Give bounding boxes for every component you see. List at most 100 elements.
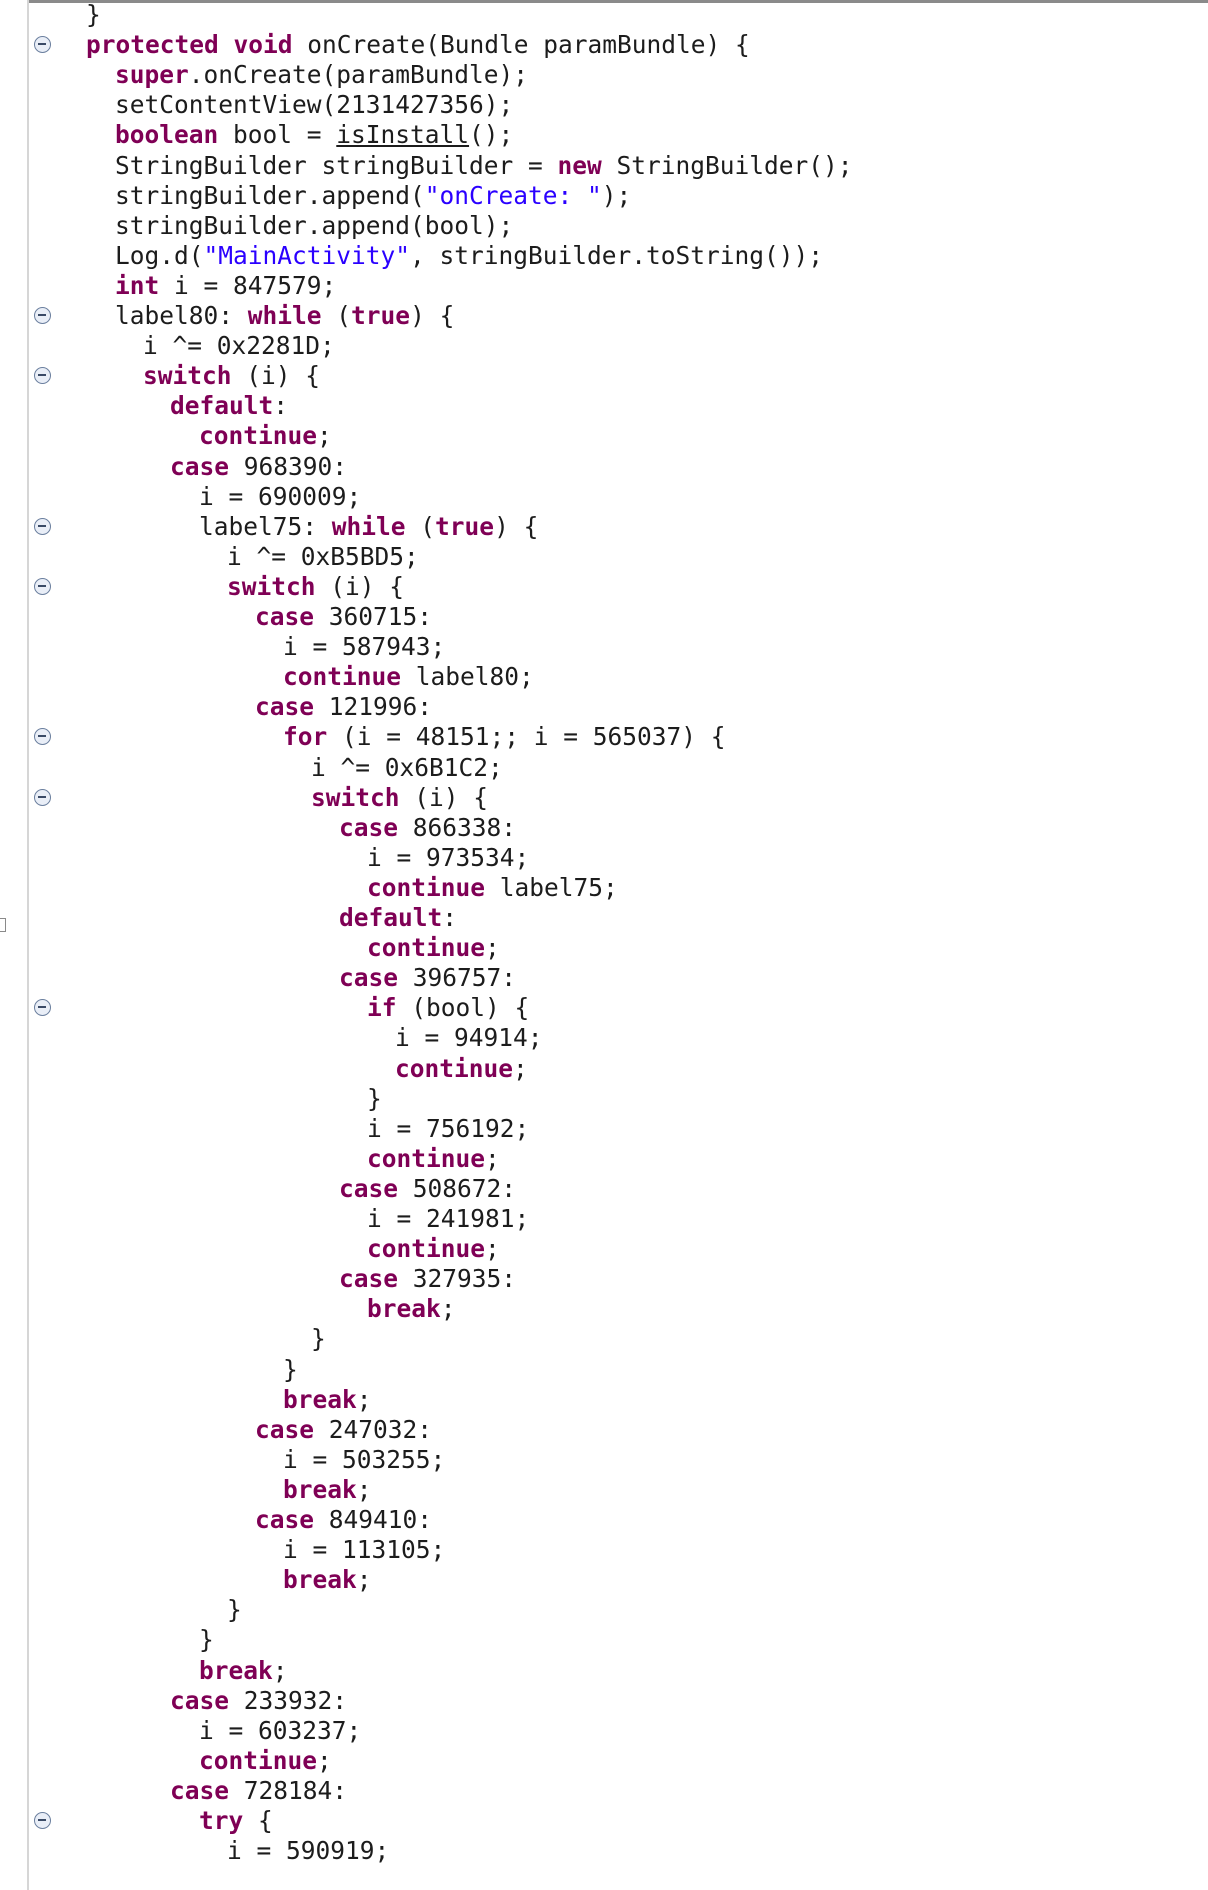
code-token: 508672: — [398, 1173, 517, 1203]
code-line[interactable]: case 121996: — [255, 692, 432, 722]
code-line[interactable]: case 866338: — [339, 813, 516, 843]
code-line[interactable]: } — [199, 1625, 214, 1655]
code-line[interactable]: break; — [283, 1385, 372, 1415]
code-line[interactable]: stringBuilder.append("onCreate: "); — [115, 181, 631, 211]
code-line[interactable]: protected void onCreate(Bundle paramBund… — [86, 30, 750, 60]
code-line[interactable]: continue; — [367, 933, 500, 963]
code-token: break — [367, 1294, 441, 1324]
code-line[interactable]: case 360715: — [255, 602, 432, 632]
code-line[interactable]: i = 973534; — [367, 843, 529, 873]
fold-collapse-icon[interactable] — [34, 999, 51, 1017]
fold-collapse-icon[interactable] — [34, 1812, 51, 1829]
fold-collapse-icon[interactable] — [34, 367, 51, 385]
code-line[interactable]: break; — [283, 1475, 372, 1505]
code-line[interactable]: i ^= 0x6B1C2; — [311, 753, 503, 783]
code-line[interactable]: label80: while (true) { — [115, 301, 454, 331]
code-line[interactable]: default: — [170, 391, 288, 421]
code-token: switch — [143, 361, 232, 391]
code-line[interactable]: switch (i) { — [143, 361, 320, 391]
code-line[interactable]: try { — [199, 1806, 273, 1836]
code-token: } — [227, 1595, 242, 1625]
code-line[interactable]: continue label75; — [367, 873, 618, 903]
code-line[interactable]: continue; — [199, 1746, 332, 1776]
code-token: .onCreate(paramBundle); — [188, 60, 529, 90]
code-line[interactable]: continue; — [199, 421, 332, 451]
code-line[interactable]: continue label80; — [283, 662, 534, 692]
code-line[interactable]: default: — [339, 903, 457, 933]
code-line[interactable]: break; — [199, 1656, 288, 1686]
code-line[interactable]: case 508672: — [339, 1174, 516, 1204]
code-line[interactable]: Log.d("MainActivity", stringBuilder.toSt… — [115, 241, 823, 271]
code-token: i = 756192; — [367, 1113, 530, 1143]
fold-collapse-icon[interactable] — [34, 36, 51, 54]
code-line[interactable]: i = 241981; — [367, 1204, 529, 1234]
code-line[interactable]: StringBuilder stringBuilder = new String… — [115, 151, 853, 181]
code-token: (i) { — [231, 361, 321, 391]
code-line[interactable]: break; — [283, 1565, 372, 1595]
code-line[interactable]: i = 590919; — [227, 1836, 389, 1866]
code-line[interactable]: i = 113105; — [283, 1535, 445, 1565]
code-line[interactable]: continue; — [367, 1234, 500, 1264]
code-line[interactable]: case 968390: — [170, 452, 347, 482]
code-line[interactable]: label75: while (true) { — [199, 512, 538, 542]
code-line[interactable]: i ^= 0x2281D; — [143, 331, 335, 361]
code-line[interactable]: i = 587943; — [283, 632, 445, 662]
code-line[interactable]: int i = 847579; — [115, 271, 336, 301]
code-line[interactable]: case 247032: — [255, 1415, 432, 1445]
code-token: : — [442, 903, 458, 932]
code-token: 360715: — [314, 602, 433, 631]
code-token: i = 241981; — [367, 1204, 530, 1233]
code-token: continue — [367, 872, 486, 902]
code-token: switch — [311, 782, 400, 812]
code-line[interactable]: continue; — [395, 1054, 528, 1084]
code-editor[interactable]: } protected void onCreate(Bundle paramBun… — [0, 0, 1208, 1890]
fold-collapse-icon[interactable] — [34, 788, 51, 806]
code-token: ; — [513, 1053, 528, 1083]
fold-collapse-icon[interactable] — [34, 577, 51, 595]
fold-collapse-icon[interactable] — [34, 728, 51, 746]
code-line[interactable]: } — [86, 0, 101, 30]
code-line[interactable]: switch (i) { — [227, 572, 404, 602]
fold-collapse-icon[interactable] — [34, 307, 51, 324]
code-line[interactable]: setContentView(2131427356); — [115, 90, 513, 120]
code-line[interactable]: } — [311, 1324, 326, 1354]
code-line[interactable]: case 396757: — [339, 963, 516, 993]
code-line[interactable]: if (bool) { — [367, 993, 529, 1023]
code-token: ) { — [410, 301, 455, 330]
editor-gutter — [0, 0, 51, 1890]
code-line[interactable]: stringBuilder.append(bool); — [115, 211, 513, 241]
code-token: bool = — [218, 120, 337, 150]
code-line[interactable]: switch (i) { — [311, 783, 488, 813]
code-line[interactable]: case 849410: — [255, 1505, 432, 1535]
code-token: ); — [601, 180, 632, 210]
code-line[interactable]: case 233932: — [170, 1686, 347, 1716]
code-token: i = 603237; — [199, 1715, 362, 1745]
code-line[interactable]: continue; — [367, 1144, 500, 1174]
code-line[interactable]: break; — [367, 1294, 456, 1324]
code-token: continue — [395, 1053, 514, 1083]
code-line[interactable]: } — [227, 1595, 242, 1625]
code-line[interactable]: case 728184: — [170, 1776, 347, 1806]
code-line[interactable]: super.onCreate(paramBundle); — [115, 60, 528, 90]
code-token: (i) { — [315, 571, 405, 601]
code-line[interactable]: i = 503255; — [283, 1445, 445, 1475]
code-token: 247032: — [314, 1414, 433, 1444]
code-line[interactable]: for (i = 48151;; i = 565037) { — [283, 722, 726, 752]
code-token: stringBuilder.append(bool); — [115, 210, 514, 240]
code-line[interactable]: i = 94914; — [395, 1023, 543, 1053]
code-token: ; — [317, 1745, 332, 1775]
code-token: i = 94914; — [395, 1023, 543, 1053]
code-line[interactable]: i ^= 0xB5BD5; — [227, 542, 419, 572]
code-line[interactable]: } — [367, 1084, 382, 1114]
code-line[interactable]: i = 603237; — [199, 1716, 361, 1746]
code-line[interactable]: } — [283, 1355, 298, 1385]
code-line[interactable]: boolean bool = isInstall(); — [115, 120, 513, 150]
code-token: ; — [485, 1234, 500, 1264]
overview-ruler-mark — [0, 918, 6, 932]
code-token: label80; — [401, 662, 534, 692]
code-line[interactable]: i = 690009; — [199, 482, 361, 512]
fold-collapse-icon[interactable] — [34, 517, 51, 535]
code-token: new — [557, 150, 602, 180]
code-line[interactable]: i = 756192; — [367, 1114, 529, 1144]
code-line[interactable]: case 327935: — [339, 1264, 516, 1294]
